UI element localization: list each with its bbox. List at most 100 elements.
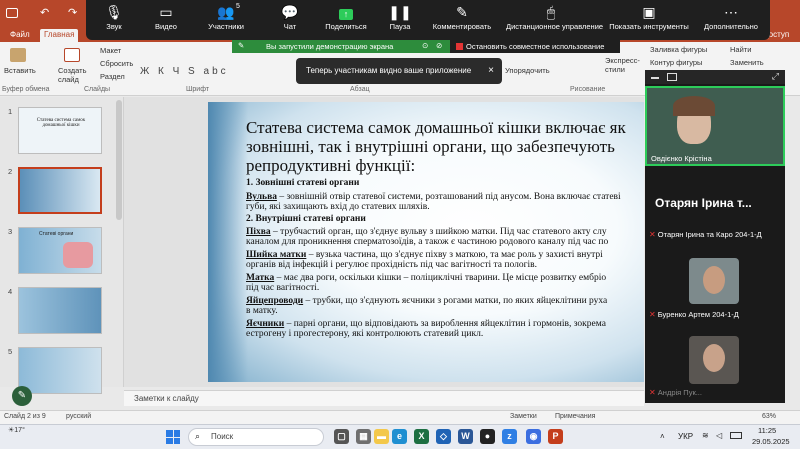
big-speaker-name: Отарян Ірина т... <box>655 196 752 210</box>
annotate-button[interactable]: ✎ Комментировать <box>432 0 492 40</box>
slide-thumbnail-3[interactable]: Статеві органи <box>18 227 102 274</box>
powerpoint-icon[interactable]: P <box>548 429 563 444</box>
layout-icon[interactable] <box>667 73 677 81</box>
arrange-button[interactable]: Упорядочить <box>505 66 550 75</box>
find-button[interactable]: Найти <box>730 45 751 54</box>
chrome-icon[interactable]: ◉ <box>526 429 541 444</box>
weather-temp: 17° <box>14 427 25 434</box>
taskbar-search[interactable]: ⌕ Поиск <box>188 428 324 446</box>
start-button[interactable] <box>166 430 180 444</box>
show-tools-button[interactable]: ▣ Показать инструменты <box>604 0 694 40</box>
term: Шийка матки <box>246 250 307 260</box>
volume-icon[interactable]: ◁ <box>716 431 722 440</box>
microphone-icon: 🎙 <box>105 4 123 20</box>
tab-file[interactable]: Файл <box>6 29 34 40</box>
shape-fill-button[interactable]: Заливка фигуры <box>650 45 707 54</box>
more-icon: ⋯ <box>724 4 738 20</box>
zoom-icon[interactable]: z <box>502 429 517 444</box>
paragraph-cervix-2: органів від інфекцій і регулює прохідніс… <box>246 260 537 270</box>
more-button[interactable]: ⋯ Дополнительно <box>696 0 766 40</box>
language-status[interactable]: русский <box>66 413 91 420</box>
section-button[interactable]: Раздел <box>100 72 125 81</box>
video-button[interactable]: ▭ Видео <box>138 0 194 40</box>
close-icon[interactable]: × <box>488 58 494 84</box>
redo-icon[interactable]: ↷ <box>68 6 77 19</box>
tab-home[interactable]: Главная <box>40 29 79 42</box>
participant-name: Отарян Ірина та Каро 204-1-Д <box>657 230 762 239</box>
expand-icon[interactable]: ⤢ <box>772 71 779 82</box>
layout-button[interactable]: Макет <box>100 46 121 55</box>
battery-icon[interactable] <box>730 432 742 439</box>
wifi-icon[interactable]: ≋ <box>702 431 709 440</box>
thumb-number: 2 <box>8 167 13 176</box>
participant-tile-1[interactable]: ✕ Отарян Ірина та Каро 204-1-Д <box>645 228 785 242</box>
pause-small-icon[interactable]: ⊘ <box>436 41 442 50</box>
search-placeholder: Поиск <box>211 432 234 441</box>
pause-button[interactable]: ❚❚ Пауза <box>372 0 428 40</box>
slide-thumbnail-2[interactable] <box>18 167 102 214</box>
slide-thumbnail-1[interactable]: Статева система самок домашньої кішки <box>18 107 102 154</box>
clock-date[interactable]: 29.05.2025 <box>752 437 790 446</box>
pen-tool-button[interactable]: ✎ <box>12 386 32 406</box>
clock-time[interactable]: 11:25 <box>758 426 776 435</box>
speaker-name-tile[interactable]: Отарян Ірина т... <box>645 182 785 222</box>
shape-outline-button[interactable]: Контур фигуры <box>650 58 702 67</box>
widgets-icon[interactable]: ▦ <box>356 429 371 444</box>
excel-icon[interactable]: X <box>414 429 429 444</box>
autosave-icon[interactable] <box>6 8 18 18</box>
zoom-level[interactable]: 63% <box>762 413 776 420</box>
tray-chevron-icon[interactable]: ˄ <box>660 432 665 441</box>
audio-button[interactable]: 🎙 Звук <box>86 0 142 40</box>
comments-toggle[interactable]: Примечания <box>555 413 595 420</box>
notes-toggle[interactable]: Заметки <box>510 413 537 420</box>
thumb-title: Статеві органи <box>39 231 74 237</box>
paste-button[interactable]: Вставить <box>4 66 36 75</box>
mic-muted-icon: ✕ <box>649 388 656 397</box>
quick-styles-button[interactable]: Экспресс-стили <box>605 56 645 74</box>
remote-control-button[interactable]: 🖱 Дистанционное управление <box>506 0 603 40</box>
presenter-hair <box>673 96 715 116</box>
notes-pane[interactable]: Заметки к слайду <box>124 390 644 406</box>
input-language[interactable]: УКР <box>678 432 693 441</box>
slide-thumbnail-4[interactable] <box>18 287 102 334</box>
edge-icon[interactable]: e <box>392 429 407 444</box>
chat-button[interactable]: 💬 Чат <box>262 0 318 40</box>
participant-tile-3[interactable]: ✕ Андрія Пук... <box>645 334 785 403</box>
current-slide[interactable]: Статева система самок домашньої кішки вк… <box>208 102 644 382</box>
paste-icon[interactable] <box>10 48 26 62</box>
word-icon[interactable]: W <box>458 429 473 444</box>
participant-label: ✕ Андрія Пук... <box>649 388 702 397</box>
new-slide-button[interactable]: Создать слайд <box>58 66 88 84</box>
defender-icon[interactable]: ◇ <box>436 429 451 444</box>
share-button[interactable]: ↑ Поделиться <box>318 0 374 40</box>
term: Вульва <box>246 192 277 202</box>
slide-thumbnails-pane: 1 Статева система самок домашньої кішки … <box>0 97 124 394</box>
new-slide-icon[interactable] <box>64 48 80 62</box>
mic-muted-icon: ✕ <box>649 230 656 239</box>
thumbnails-scrollbar[interactable] <box>116 100 122 220</box>
font-format-buttons[interactable]: Ж К Ч S abc <box>140 66 229 77</box>
reset-button[interactable]: Сбросить <box>100 59 133 68</box>
participant-tile-2[interactable]: ✕ Буренко Артем 204-1-Д <box>645 256 785 320</box>
undo-icon[interactable]: ↶ <box>40 6 49 19</box>
slide-thumbnail-5[interactable] <box>18 347 102 394</box>
annotate-icon: ✎ <box>456 4 468 20</box>
paragraph-cervix: Шийка матки – вузька частина, що з'єднує… <box>246 250 603 260</box>
weather-widget[interactable]: ☀17° <box>8 426 25 434</box>
status-bar: Слайд 2 из 9 русский Заметки Примечания … <box>0 410 800 424</box>
slide-title[interactable]: Статева система самок домашньої кішки вк… <box>246 118 636 175</box>
participant-label: ✕ Буренко Артем 204-1-Д <box>649 310 739 319</box>
participant-label: ✕ Отарян Ірина та Каро 204-1-Д <box>649 230 762 239</box>
share-icon: ↑ <box>318 0 374 22</box>
minimize-icon[interactable] <box>651 77 659 79</box>
text: – вузька частина, що з'єднує піхву з мат… <box>306 250 603 260</box>
group-label-drawing: Рисование <box>570 86 606 93</box>
stop-share-button[interactable]: Остановить совместное использование <box>450 40 620 53</box>
thumb-number: 4 <box>8 287 13 296</box>
app-icon[interactable]: ● <box>480 429 495 444</box>
presenter-video[interactable]: Овдієнко Крістіна <box>645 86 785 166</box>
file-explorer-icon[interactable]: ▬ <box>374 429 389 444</box>
task-view-icon[interactable]: ▢ <box>334 429 349 444</box>
participants-button[interactable]: 👥 Участники 5 <box>198 0 254 40</box>
replace-button[interactable]: Заменить <box>730 58 764 67</box>
